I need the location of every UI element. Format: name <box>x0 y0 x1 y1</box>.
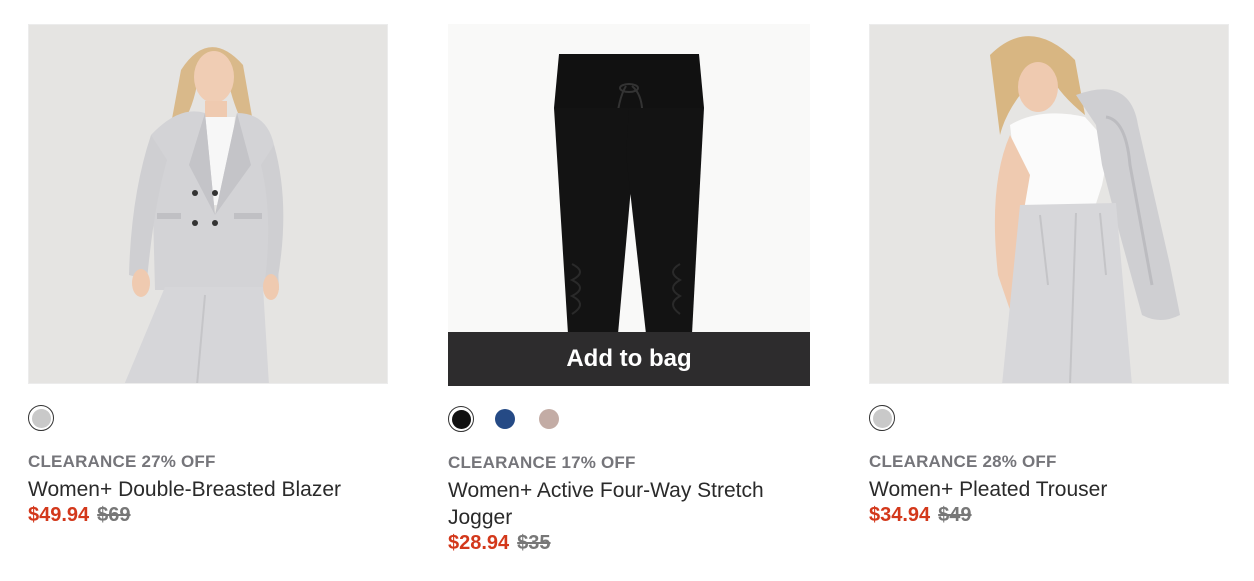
swatch-dot <box>539 409 559 429</box>
product-image[interactable] <box>869 24 1229 384</box>
product-card[interactable]: Add to bag CLEARANCE 17% OFF Women+ Acti… <box>448 24 810 555</box>
clearance-badge: CLEARANCE 28% OFF <box>869 452 1057 471</box>
color-swatches <box>869 405 1231 431</box>
swatch-taupe[interactable] <box>536 406 562 432</box>
original-price: $35 <box>517 532 551 554</box>
price-row: $49.94 $69 <box>28 504 390 527</box>
sale-price: $49.94 <box>28 504 90 526</box>
clearance-badge: CLEARANCE 17% OFF <box>448 453 636 472</box>
original-price: $49 <box>938 504 972 526</box>
sale-price: $28.94 <box>448 532 510 554</box>
color-swatches <box>448 406 810 432</box>
original-price: $69 <box>97 504 131 526</box>
product-title[interactable]: Women+ Pleated Trouser <box>869 476 1231 503</box>
color-swatches <box>28 405 390 431</box>
price-row: $34.94 $49 <box>869 504 1231 527</box>
swatch-dot <box>451 409 471 429</box>
product-image[interactable]: Add to bag <box>448 24 810 386</box>
swatch-navy[interactable] <box>492 406 518 432</box>
product-title[interactable]: Women+ Double-Breasted Blazer <box>28 476 390 503</box>
swatch-dot <box>31 408 51 428</box>
swatch-dot <box>495 409 515 429</box>
sale-price: $34.94 <box>869 504 931 526</box>
product-title[interactable]: Women+ Active Four-Way Stretch Jogger <box>448 477 808 531</box>
product-image[interactable] <box>28 24 388 384</box>
swatch-gray[interactable] <box>28 405 54 431</box>
product-card[interactable]: CLEARANCE 28% OFF Women+ Pleated Trouser… <box>869 24 1231 527</box>
price-row: $28.94 $35 <box>448 532 810 555</box>
clearance-badge: CLEARANCE 27% OFF <box>28 452 216 471</box>
swatch-black[interactable] <box>448 406 474 432</box>
swatch-dot <box>872 408 892 428</box>
product-card[interactable]: CLEARANCE 27% OFF Women+ Double-Breasted… <box>28 24 390 527</box>
add-to-bag-button[interactable]: Add to bag <box>448 332 810 386</box>
swatch-gray[interactable] <box>869 405 895 431</box>
